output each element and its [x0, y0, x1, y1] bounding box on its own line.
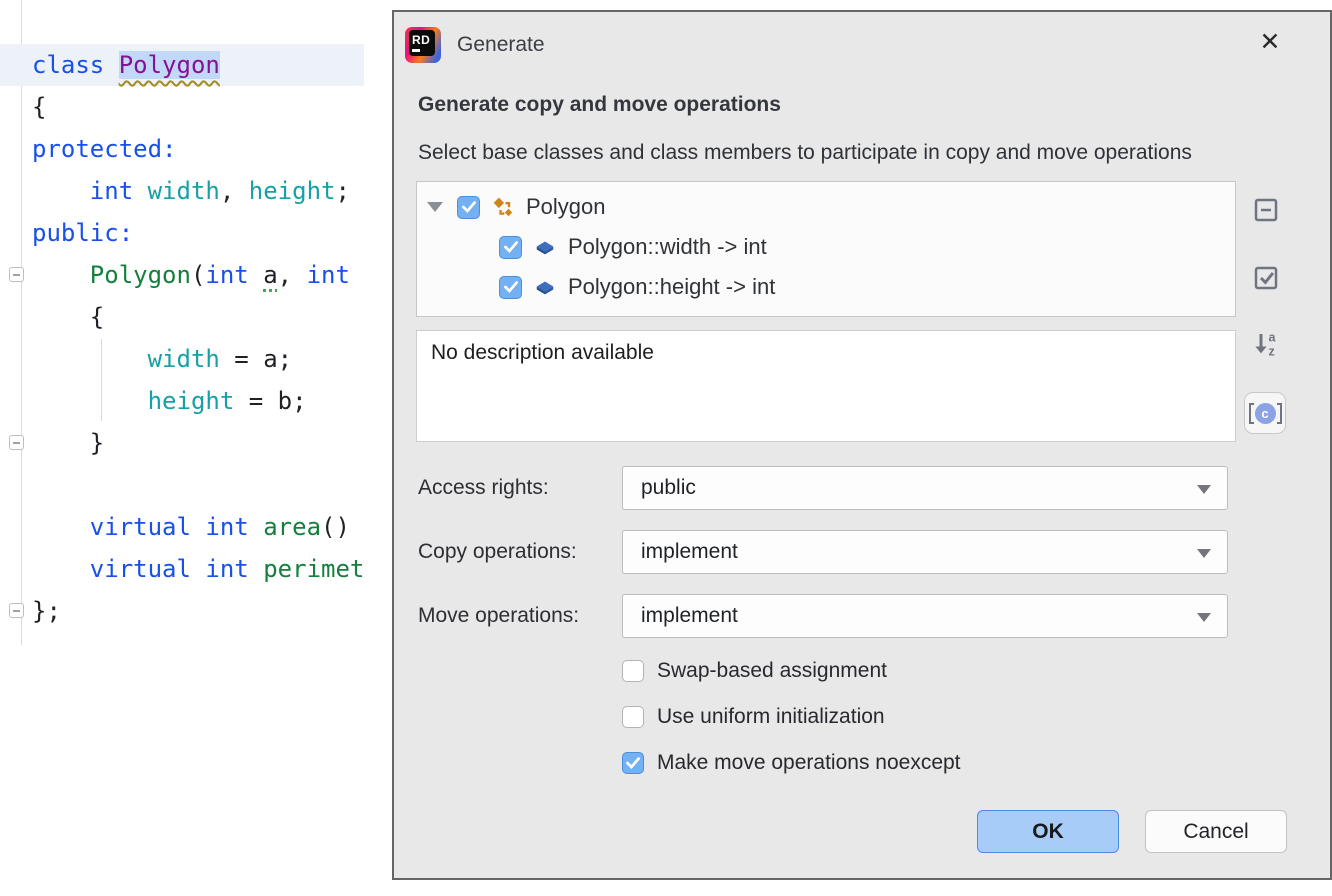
svg-text:z: z [1269, 344, 1275, 358]
rider-logo-icon: RD [405, 27, 441, 63]
tree-row-width[interactable]: Polygon::width -> int [417, 227, 1235, 267]
copy-reference-button[interactable]: c [1244, 392, 1286, 434]
left-bracket-icon [1249, 403, 1254, 424]
class-icon [492, 196, 514, 218]
tree-checkbox[interactable] [499, 276, 522, 299]
access-rights-dropdown[interactable]: public [622, 466, 1228, 510]
ok-button[interactable]: OK [977, 810, 1119, 853]
chevron-down-icon [1197, 549, 1211, 558]
select-all-icon [1251, 263, 1281, 293]
option-label: Use uniform initialization [657, 705, 885, 729]
chevron-down-icon [1197, 485, 1211, 494]
field-icon [534, 236, 556, 258]
tree-row-polygon[interactable]: Polygon [417, 187, 1235, 227]
option-label: Swap-based assignment [657, 659, 887, 683]
svg-text:a: a [1269, 331, 1277, 345]
move-noexcept-option[interactable]: Make move operations noexcept [622, 751, 961, 775]
c-in-brackets-icon: c [1255, 403, 1276, 424]
access-rights-label: Access rights: [418, 476, 549, 500]
move-operations-label: Move operations: [418, 604, 579, 628]
uniform-initialization-option[interactable]: Use uniform initialization [622, 705, 885, 729]
tree-row-height[interactable]: Polygon::height -> int [417, 267, 1235, 307]
select-all-button[interactable] [1250, 262, 1282, 294]
description-text: No description available [431, 341, 654, 364]
tree-item-label: Polygon::width -> int [568, 234, 767, 260]
checkbox[interactable] [622, 752, 644, 774]
close-icon[interactable]: ✕ [1256, 28, 1284, 56]
move-operations-dropdown[interactable]: implement [622, 594, 1228, 638]
collapse-icon [1251, 195, 1281, 225]
generate-dialog: RD Generate ✕ Generate copy and move ope… [392, 10, 1332, 880]
chevron-down-icon [1197, 613, 1211, 622]
dialog-heading: Generate copy and move operations [418, 93, 781, 117]
cancel-button[interactable]: Cancel [1145, 810, 1287, 853]
checkbox[interactable] [622, 706, 644, 728]
unselect-all-button[interactable] [1250, 194, 1282, 226]
dropdown-value: public [641, 476, 696, 500]
tree-item-label: Polygon [526, 194, 606, 220]
members-tree: Polygon Polygon::width -> int [416, 181, 1236, 317]
description-box: No description available [416, 330, 1236, 442]
dropdown-value: implement [641, 540, 738, 564]
rider-logo-text: RD [412, 34, 430, 46]
dropdown-value: implement [641, 604, 738, 628]
sort-alphabetically-button[interactable]: a z [1250, 328, 1282, 360]
tree-checkbox[interactable] [457, 196, 480, 219]
sort-alphabetically-icon: a z [1251, 329, 1281, 359]
tree-item-label: Polygon::height -> int [568, 274, 775, 300]
copy-operations-label: Copy operations: [418, 540, 577, 564]
chevron-down-icon[interactable] [427, 202, 443, 212]
dialog-titlebar[interactable]: RD Generate [405, 27, 545, 63]
dialog-title: Generate [457, 33, 545, 57]
checkbox[interactable] [622, 660, 644, 682]
swap-based-assignment-option[interactable]: Swap-based assignment [622, 659, 887, 683]
field-icon [534, 276, 556, 298]
dialog-subtitle: Select base classes and class members to… [418, 141, 1192, 165]
option-label: Make move operations noexcept [657, 751, 961, 775]
copy-operations-dropdown[interactable]: implement [622, 530, 1228, 574]
right-bracket-icon [1277, 403, 1282, 424]
code-lines[interactable]: class Polygon{protected: int width, heig… [32, 44, 364, 632]
tree-checkbox[interactable] [499, 236, 522, 259]
